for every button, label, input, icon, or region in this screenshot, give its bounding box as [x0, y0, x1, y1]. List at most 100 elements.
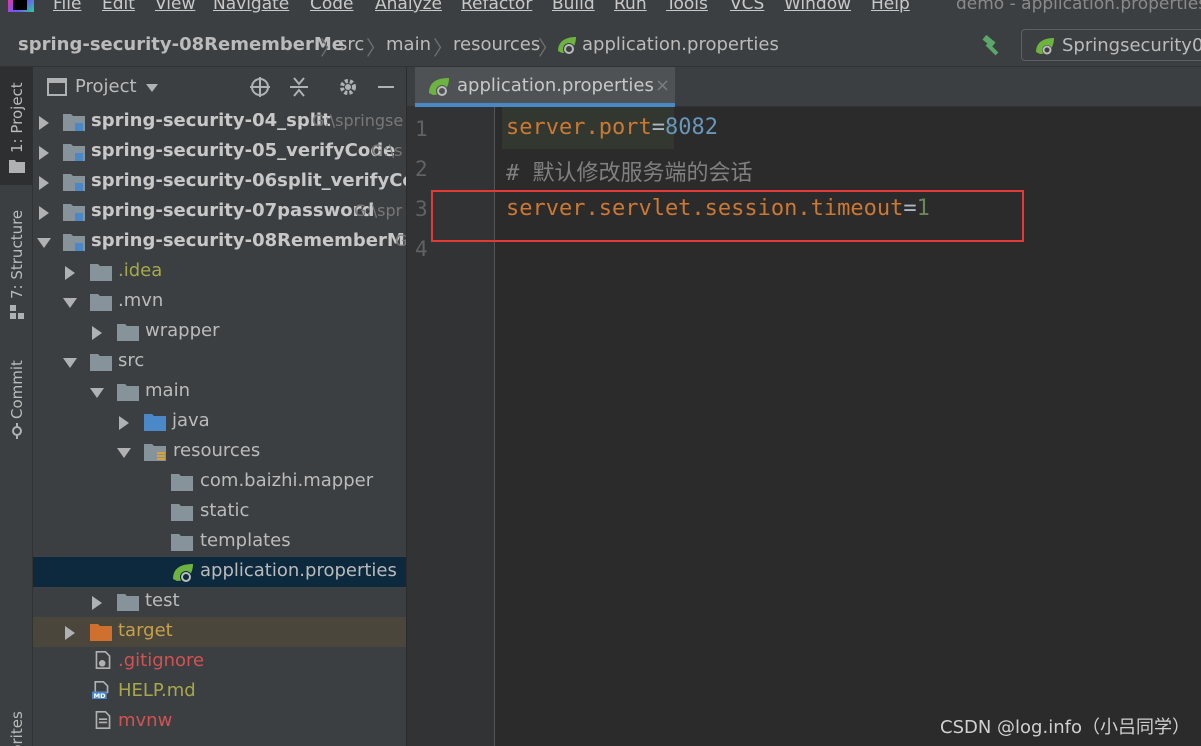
expand-arrow-icon[interactable]	[119, 416, 129, 430]
tree-item-file[interactable]: .gitignore	[33, 647, 406, 677]
expand-arrow-icon[interactable]	[39, 206, 49, 220]
tree-item-label: resources	[173, 440, 261, 461]
breadcrumb-separator-icon: 〉	[366, 36, 386, 60]
editor-tab-bar: application.properties ×	[407, 67, 1201, 107]
tree-item-folder[interactable]: test	[33, 587, 406, 617]
menu-analyze[interactable]: Analyze	[375, 0, 442, 14]
tree-item-label: main	[145, 380, 190, 401]
code-line-1[interactable]: server.port=8082	[506, 115, 718, 140]
minimize-icon[interactable]	[375, 76, 397, 98]
collapse-arrow-icon[interactable]	[90, 388, 104, 398]
menu-tools[interactable]: Tools	[666, 0, 708, 14]
folder-icon	[171, 534, 193, 551]
module-folder-icon	[63, 174, 85, 191]
collapse-arrow-icon[interactable]	[37, 238, 51, 248]
module-folder-icon	[63, 114, 85, 131]
folder-icon	[117, 594, 139, 611]
tool-tab-commit[interactable]: Commit	[0, 347, 33, 447]
breadcrumb-resources[interactable]: resources	[453, 34, 540, 55]
breadcrumb-project[interactable]: spring-security-08RememberMe	[18, 34, 344, 55]
menu-build[interactable]: Build	[552, 0, 595, 14]
collapse-all-icon[interactable]	[288, 76, 310, 98]
tree-item-module[interactable]: spring-security-07password G:\spr	[33, 197, 406, 227]
tree-item-folder[interactable]: templates	[33, 527, 406, 557]
tree-item-folder[interactable]: com.baizhi.mapper	[33, 467, 406, 497]
tree-item-folder[interactable]: static	[33, 497, 406, 527]
tool-tab-project[interactable]: 1: Project	[0, 67, 33, 185]
breadcrumb-main[interactable]: main	[386, 34, 431, 55]
tree-item-label: .gitignore	[118, 650, 205, 671]
line-number: 2	[415, 157, 428, 181]
project-view-icon	[47, 78, 67, 96]
project-panel-title[interactable]: Project	[75, 76, 137, 97]
intellij-logo-icon	[8, 0, 34, 12]
folder-icon	[117, 384, 139, 401]
module-folder-icon	[63, 144, 85, 161]
tree-item-label: spring-security-05_verifyCode	[91, 140, 396, 161]
collapse-arrow-icon[interactable]	[63, 358, 77, 368]
collapse-arrow-icon[interactable]	[63, 298, 77, 308]
tree-item-module[interactable]: spring-security-08RememberMe G	[33, 227, 406, 257]
menu-edit[interactable]: Edit	[102, 0, 135, 14]
tool-tab-structure[interactable]: 7: Structure	[0, 201, 33, 331]
breadcrumb-file[interactable]: application.properties	[582, 34, 779, 55]
breadcrumb-separator-icon: 〉	[538, 36, 558, 60]
code-line-2[interactable]: # 默认修改服务端的会话	[506, 155, 753, 187]
spring-properties-icon	[173, 564, 193, 583]
commit-icon	[12, 423, 22, 439]
tree-item-file[interactable]: mvnw	[33, 707, 406, 737]
tree-item-folder[interactable]: .idea	[33, 257, 406, 287]
expand-arrow-icon[interactable]	[65, 626, 75, 640]
tree-item-folder-excluded[interactable]: target	[33, 617, 406, 647]
expand-arrow-icon[interactable]	[39, 146, 49, 160]
menu-refactor[interactable]: Refactor	[461, 0, 532, 14]
tree-item-module[interactable]: spring-security-06split_verifyCode	[33, 167, 406, 197]
menu-vcs[interactable]: VCS	[730, 0, 764, 14]
tree-item-file-selected[interactable]: application.properties	[33, 557, 406, 587]
close-icon[interactable]: ×	[655, 75, 670, 96]
menu-help[interactable]: Help	[871, 0, 910, 14]
breadcrumb-separator-icon: 〉	[320, 36, 340, 60]
expand-arrow-icon[interactable]	[39, 116, 49, 130]
tree-item-label: .idea	[118, 260, 163, 281]
menu-navigate[interactable]: Navigate	[213, 0, 289, 14]
breadcrumb-src[interactable]: src	[338, 34, 364, 55]
expand-arrow-icon[interactable]	[39, 176, 49, 190]
tree-item-folder[interactable]: java	[33, 407, 406, 437]
menu-file[interactable]: File	[53, 0, 81, 14]
tree-item-folder[interactable]: .mvn	[33, 287, 406, 317]
folder-icon	[90, 264, 112, 281]
gear-icon[interactable]	[337, 76, 359, 98]
line-number: 3	[415, 197, 428, 221]
tree-item-module[interactable]: spring-security-05_verifyCode G:\s	[33, 137, 406, 167]
expand-arrow-icon[interactable]	[65, 266, 75, 280]
menu-window[interactable]: Window	[784, 0, 851, 14]
tree-item-file[interactable]: MD HELP.md	[33, 677, 406, 707]
tool-tab-favorites[interactable]: Favorites	[0, 707, 33, 746]
tree-item-label: java	[172, 410, 210, 431]
run-configuration-selector[interactable]: Springsecurity08	[1021, 29, 1201, 61]
menu-run[interactable]: Run	[614, 0, 647, 14]
editor-tab-label: application.properties	[457, 75, 654, 96]
chevron-down-icon[interactable]	[146, 84, 158, 92]
editor-tab-application-properties[interactable]: application.properties ×	[415, 67, 675, 107]
tree-item-label: HELP.md	[118, 680, 196, 701]
tree-item-folder[interactable]: wrapper	[33, 317, 406, 347]
spring-properties-icon	[558, 37, 576, 55]
tree-item-label: spring-security-06split_verifyCode	[91, 170, 406, 191]
menu-code[interactable]: Code	[310, 0, 354, 14]
expand-arrow-icon[interactable]	[92, 596, 102, 610]
locate-file-icon[interactable]	[249, 76, 271, 98]
property-operator: =	[651, 115, 665, 140]
tree-item-folder[interactable]: resources	[33, 437, 406, 467]
expand-arrow-icon[interactable]	[92, 326, 102, 340]
build-hammer-icon[interactable]	[980, 32, 1006, 58]
collapse-arrow-icon[interactable]	[117, 448, 131, 458]
folder-icon	[171, 474, 193, 491]
tree-item-module[interactable]: spring-security-04_split G:\springse	[33, 107, 406, 137]
svg-text:MD: MD	[94, 692, 106, 699]
tree-item-folder[interactable]: src	[33, 347, 406, 377]
folder-icon	[90, 294, 112, 311]
menu-view[interactable]: View	[155, 0, 195, 14]
tree-item-folder[interactable]: main	[33, 377, 406, 407]
